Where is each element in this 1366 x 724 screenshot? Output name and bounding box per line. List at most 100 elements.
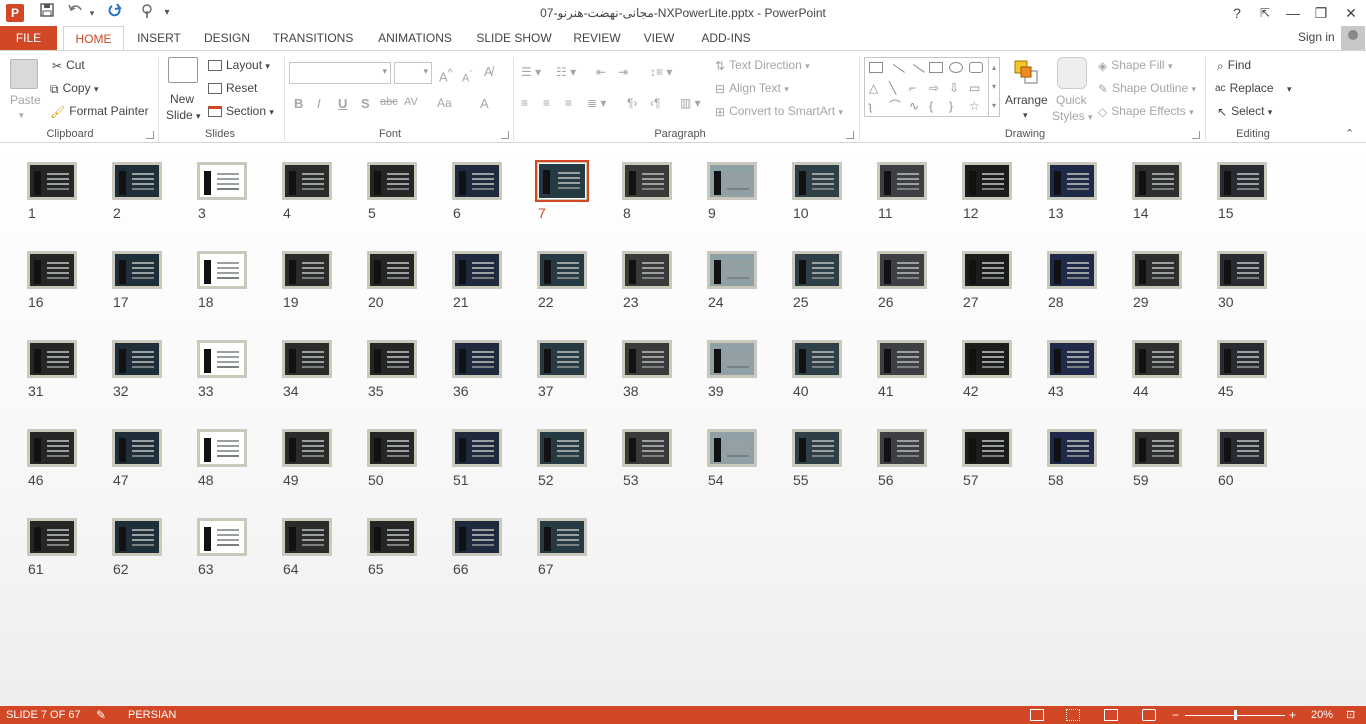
shape-fill-button[interactable]: ◈ Shape Fill ▾ (1098, 57, 1172, 74)
slide-thumbnail[interactable] (792, 340, 842, 378)
bold-button[interactable]: B (294, 96, 303, 111)
tab-animations[interactable]: ANIMATIONS (370, 26, 460, 50)
redo-icon[interactable] (104, 3, 126, 23)
slide-thumbnail[interactable] (367, 251, 417, 289)
slide-thumbnail[interactable] (537, 429, 587, 467)
zoom-in-button[interactable]: + (1289, 706, 1296, 724)
slide-thumbnail[interactable] (197, 429, 247, 467)
slide-thumbnail[interactable] (282, 429, 332, 467)
slide-thumbnail[interactable] (535, 160, 589, 202)
oval-shape-icon[interactable] (949, 62, 963, 73)
slide-sorter-view-icon[interactable] (1066, 709, 1080, 721)
shape-outline-button[interactable]: ✎ Shape Outline ▾ (1098, 80, 1196, 97)
slide-thumbnail[interactable] (1217, 162, 1267, 200)
reading-view-icon[interactable] (1104, 709, 1118, 721)
tab-add-ins[interactable]: ADD-INS (694, 26, 758, 50)
slide-thumbnail[interactable] (27, 251, 77, 289)
zoom-level[interactable]: 20% (1311, 706, 1333, 724)
font-size-combo[interactable] (394, 62, 432, 84)
align-right-icon[interactable]: ≡ (565, 95, 572, 111)
undo-dropdown-icon[interactable]: ▾ (86, 3, 98, 23)
slide-thumbnail[interactable] (792, 251, 842, 289)
select-button[interactable]: ↖ Select ▾ (1217, 103, 1272, 120)
slide-thumbnail[interactable] (112, 429, 162, 467)
slide-thumbnail[interactable] (112, 162, 162, 200)
collapse-ribbon-icon[interactable]: ⌃ (1345, 127, 1354, 140)
slide-thumbnail[interactable] (792, 429, 842, 467)
touch-mode-icon[interactable] (136, 3, 158, 23)
slide-thumbnail[interactable] (877, 251, 927, 289)
paragraph-launcher-icon[interactable] (846, 131, 854, 139)
slide-thumbnail[interactable] (1132, 251, 1182, 289)
slide-thumbnail[interactable] (1047, 429, 1097, 467)
slide-thumbnail[interactable] (707, 340, 757, 378)
slide-thumbnail[interactable] (537, 518, 587, 556)
brace-close-shape-icon[interactable]: } (949, 98, 953, 114)
slide-thumbnail[interactable] (962, 162, 1012, 200)
new-slide-label[interactable]: New (170, 91, 194, 107)
justify-icon[interactable]: ≣ ▾ (587, 95, 606, 111)
numbering-icon[interactable]: ☷ ▾ (556, 64, 576, 80)
minimize-button[interactable]: — (1278, 2, 1308, 24)
clear-formatting-icon[interactable]: A̸ (484, 64, 493, 80)
zoom-out-button[interactable]: − (1172, 706, 1179, 724)
spell-check-icon[interactable]: ✎ (96, 706, 106, 724)
copy-button[interactable]: ⧉ Copy ▾ (50, 80, 98, 97)
bullets-icon[interactable]: ☰ ▾ (521, 64, 541, 80)
slide-thumbnail[interactable] (1217, 340, 1267, 378)
slide-thumbnail[interactable] (112, 251, 162, 289)
rectangle-shape-icon[interactable] (929, 62, 943, 73)
slide-thumbnail[interactable] (877, 429, 927, 467)
slide-thumbnail[interactable] (1047, 162, 1097, 200)
quick-styles-label[interactable]: Quick (1056, 92, 1087, 108)
slide-thumbnail[interactable] (112, 518, 162, 556)
slide-thumbnail[interactable] (367, 518, 417, 556)
cut-button[interactable]: ✂ Cut (52, 57, 85, 74)
freeform-shape-icon[interactable]: ∿ (909, 98, 919, 114)
slide-thumbnail[interactable] (1132, 162, 1182, 200)
slide-thumbnail[interactable] (792, 162, 842, 200)
align-center-icon[interactable]: ≡ (543, 95, 550, 111)
slide-thumbnail[interactable] (1047, 251, 1097, 289)
triangle-shape-icon[interactable]: △ (869, 80, 878, 96)
layout-button[interactable]: Layout ▾ (208, 57, 270, 74)
character-spacing-button[interactable]: AV (404, 96, 418, 108)
convert-smartart-button[interactable]: ⊞ Convert to SmartArt ▾ (715, 103, 843, 120)
callout-shape-icon[interactable]: ▭ (969, 80, 980, 96)
tab-insert[interactable]: INSERT (134, 26, 184, 50)
underline-button[interactable]: U (338, 96, 347, 111)
ltr-icon[interactable]: ¶› (627, 95, 637, 111)
slide-thumbnail[interactable] (622, 340, 672, 378)
slide-thumbnail[interactable] (27, 518, 77, 556)
shapes-scroll-icon[interactable]: ▴ ▾ ▾ (988, 58, 999, 116)
save-icon[interactable] (36, 3, 58, 23)
format-painter-button[interactable]: 🖌 Format Painter (50, 103, 149, 120)
slide-thumbnail[interactable] (1217, 429, 1267, 467)
decrease-indent-icon[interactable]: ⇤ (596, 64, 606, 80)
slide-thumbnail[interactable] (452, 251, 502, 289)
slide-thumbnail[interactable] (367, 162, 417, 200)
right-arrow-shape-icon[interactable]: ⇨ (929, 80, 939, 96)
language-indicator[interactable]: PERSIAN (128, 706, 176, 724)
slide-thumbnail[interactable] (877, 162, 927, 200)
slide-thumbnail[interactable] (962, 429, 1012, 467)
arrange-button[interactable]: Arrange (1005, 92, 1048, 108)
arrow-shape-icon[interactable] (907, 63, 925, 82)
textbox-shape-icon[interactable] (869, 62, 883, 73)
find-button[interactable]: ⌕ Find (1217, 57, 1251, 74)
arrange-dropdown-icon[interactable]: ▾ (1023, 107, 1028, 123)
font-color-button[interactable]: A (480, 96, 489, 111)
restore-button[interactable]: ❐ (1306, 2, 1336, 24)
slide-thumbnail[interactable] (707, 251, 757, 289)
slide-thumbnail[interactable] (452, 162, 502, 200)
replace-button[interactable]: ac Replace ▾ (1215, 80, 1291, 97)
slide-thumbnail[interactable] (27, 162, 77, 200)
brace-shape-icon[interactable]: { (929, 98, 933, 114)
slide-thumbnail[interactable] (962, 340, 1012, 378)
slide-thumbnail[interactable] (197, 251, 247, 289)
slide-thumbnail[interactable] (27, 340, 77, 378)
wave-shape-icon[interactable]: ʅ (869, 98, 872, 114)
new-slide-button[interactable]: Slide ▾ (166, 107, 201, 124)
quick-styles-button[interactable]: Styles ▾ (1052, 108, 1093, 125)
columns-icon[interactable]: ▥ ▾ (680, 95, 701, 111)
